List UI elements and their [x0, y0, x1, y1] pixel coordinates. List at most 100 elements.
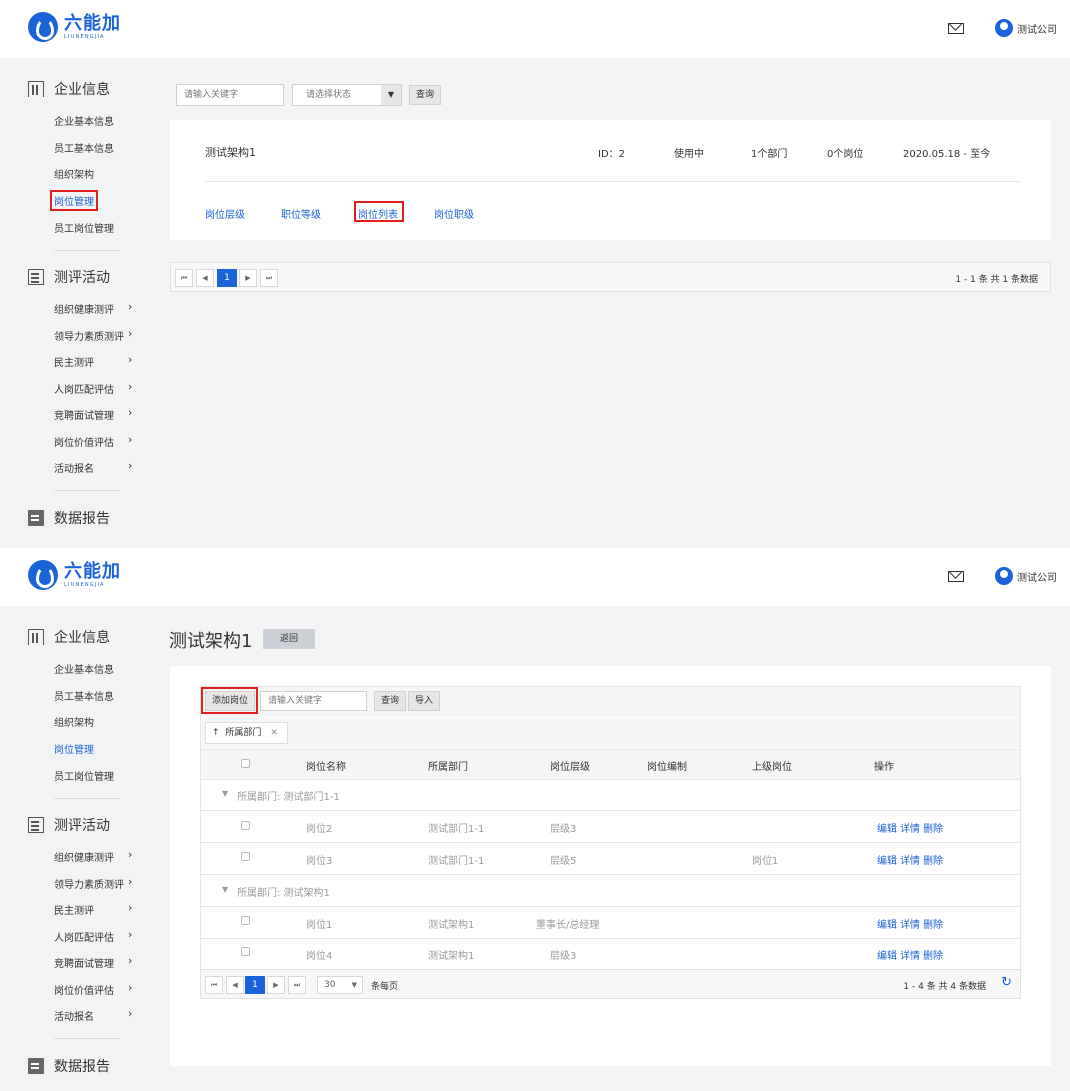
sidebar-item-company-info[interactable]: 企业基本信息: [54, 113, 114, 128]
delete-link[interactable]: 删除: [923, 951, 943, 962]
sidebar-item-employee-info[interactable]: 员工基本信息: [54, 688, 114, 703]
user-menu[interactable]: 测试公司: [995, 567, 1057, 585]
group-chip[interactable]: ↑ 所属部门 ✕: [205, 722, 288, 744]
refresh-icon[interactable]: ↻: [1001, 975, 1012, 990]
column-header-name[interactable]: 岗位名称: [306, 758, 346, 773]
sidebar-item-position-management[interactable]: 岗位管理: [54, 741, 94, 756]
sidebar-section-evaluation[interactable]: 测评活动: [28, 815, 110, 835]
group-row-label: 所属部门: 测试部门1-1: [237, 792, 340, 803]
detail-link[interactable]: 详情: [900, 856, 920, 867]
status-select[interactable]: 请选择状态 ▼: [292, 84, 402, 106]
add-position-button[interactable]: 添加岗位: [205, 691, 256, 711]
select-all-checkbox[interactable]: [241, 759, 250, 768]
sidebar-item-org-health[interactable]: 组织健康测评: [54, 301, 114, 316]
tab-position-levels[interactable]: 岗位层级: [205, 206, 245, 221]
sidebar-item-leadership[interactable]: 领导力素质测评: [54, 876, 124, 891]
import-button[interactable]: 导入: [408, 691, 441, 711]
query-button[interactable]: 查询: [409, 85, 442, 105]
sidebar-item-person-job-match[interactable]: 人岗匹配评估: [54, 929, 114, 944]
column-header-level[interactable]: 岗位层级: [550, 758, 590, 773]
detail-link[interactable]: 详情: [900, 920, 920, 931]
tab-position-ranks[interactable]: 岗位职级: [434, 206, 474, 221]
sidebar-section-reports[interactable]: 数据报告: [28, 508, 110, 528]
delete-link[interactable]: 删除: [923, 856, 943, 867]
sidebar-item-person-job-match[interactable]: 人岗匹配评估: [54, 381, 114, 396]
next-page-icon[interactable]: ▶: [267, 976, 285, 994]
current-page-button[interactable]: 1: [217, 269, 237, 287]
sidebar-item-org-health[interactable]: 组织健康测评: [54, 849, 114, 864]
sidebar-section-company[interactable]: 企业信息: [28, 627, 110, 647]
query-button[interactable]: 查询: [374, 691, 407, 711]
row-checkbox[interactable]: [241, 852, 250, 861]
sidebar-item-leadership[interactable]: 领导力素质测评: [54, 328, 124, 343]
sidebar-item-democratic[interactable]: 民主测评: [54, 354, 94, 369]
mail-icon[interactable]: [948, 23, 964, 34]
mail-icon[interactable]: [948, 571, 964, 582]
first-page-icon[interactable]: ⏮: [205, 976, 223, 994]
sidebar-item-signup[interactable]: 活动报名: [54, 1008, 94, 1023]
search-input[interactable]: 请输入关键字: [260, 691, 367, 711]
sidebar-item-interview[interactable]: 竞聘面试管理: [54, 955, 114, 970]
current-page-button[interactable]: 1: [245, 976, 265, 994]
column-header-quota[interactable]: 岗位编制: [647, 758, 687, 773]
sidebar-item-job-value[interactable]: 岗位价值评估: [54, 982, 114, 997]
card-divider: [205, 181, 1021, 182]
row-checkbox[interactable]: [241, 821, 250, 830]
sidebar-section-reports[interactable]: 数据报告: [28, 1056, 110, 1076]
sidebar-item-org-structure[interactable]: 组织架构: [54, 166, 94, 181]
checklist-icon: [28, 817, 44, 833]
collapse-arrow-icon[interactable]: ▼: [222, 885, 228, 894]
first-page-icon[interactable]: ⏮: [175, 269, 193, 287]
detail-link[interactable]: 详情: [900, 824, 920, 835]
logo-subtext: LIUNENGJIA: [64, 34, 105, 40]
sidebar-item-signup[interactable]: 活动报名: [54, 460, 94, 475]
sidebar-item-job-value[interactable]: 岗位价值评估: [54, 434, 114, 449]
sidebar-item-interview[interactable]: 竞聘面试管理: [54, 407, 114, 422]
user-menu[interactable]: 测试公司: [995, 19, 1057, 37]
top-header: 六能加 LIUNENGJIA 测试公司: [0, 0, 1070, 58]
sidebar-item-company-info[interactable]: 企业基本信息: [54, 661, 114, 676]
pagination-summary: 1 - 4 条 共 4 条数据: [903, 982, 986, 992]
column-header-parent[interactable]: 上级岗位: [752, 758, 792, 773]
edit-link[interactable]: 编辑: [877, 856, 897, 867]
user-name: 测试公司: [1017, 24, 1057, 36]
avatar-icon: [995, 19, 1013, 37]
sidebar-item-employee-position[interactable]: 员工岗位管理: [54, 220, 114, 235]
prev-page-icon[interactable]: ◀: [196, 269, 214, 287]
delete-link[interactable]: 删除: [923, 920, 943, 931]
sidebar-item-employee-info[interactable]: 员工基本信息: [54, 140, 114, 155]
row-checkbox[interactable]: [241, 947, 250, 956]
chevron-right-icon: ›: [128, 459, 133, 472]
column-header-department[interactable]: 所属部门: [428, 758, 468, 773]
logo[interactable]: 六能加 LIUNENGJIA: [28, 12, 121, 42]
back-button[interactable]: 返回: [263, 629, 315, 649]
sidebar-section-company[interactable]: 企业信息: [28, 79, 110, 99]
edit-link[interactable]: 编辑: [877, 951, 897, 962]
sidebar-item-position-management[interactable]: 岗位管理: [50, 190, 98, 211]
detail-link[interactable]: 详情: [900, 951, 920, 962]
last-page-icon[interactable]: ⏭: [288, 976, 306, 994]
close-icon[interactable]: ✕: [270, 728, 278, 738]
next-page-icon[interactable]: ▶: [239, 269, 257, 287]
search-input[interactable]: 请输入关键字: [176, 84, 284, 106]
page-size-select[interactable]: 30 ▼: [317, 976, 363, 994]
dropdown-arrow-icon: ▼: [351, 981, 357, 989]
group-row-label: 所属部门: 测试架构1: [237, 888, 330, 899]
last-page-icon[interactable]: ⏭: [260, 269, 278, 287]
sidebar-section-evaluation[interactable]: 测评活动: [28, 267, 110, 287]
sidebar-item-employee-position[interactable]: 员工岗位管理: [54, 768, 114, 783]
collapse-arrow-icon[interactable]: ▼: [222, 789, 228, 798]
tab-job-grades[interactable]: 职位等级: [281, 206, 321, 221]
dropdown-arrow-icon: ▼: [381, 85, 401, 105]
chevron-right-icon: ›: [128, 981, 133, 994]
delete-link[interactable]: 删除: [923, 824, 943, 835]
prev-page-icon[interactable]: ◀: [226, 976, 244, 994]
tab-position-list[interactable]: 岗位列表: [358, 206, 398, 221]
logo[interactable]: 六能加 LIUNENGJIA: [28, 560, 121, 590]
sidebar-item-org-structure[interactable]: 组织架构: [54, 714, 94, 729]
row-checkbox[interactable]: [241, 916, 250, 925]
logo-text: 六能加: [64, 561, 121, 582]
edit-link[interactable]: 编辑: [877, 824, 897, 835]
sidebar-item-democratic[interactable]: 民主测评: [54, 902, 94, 917]
edit-link[interactable]: 编辑: [877, 920, 897, 931]
